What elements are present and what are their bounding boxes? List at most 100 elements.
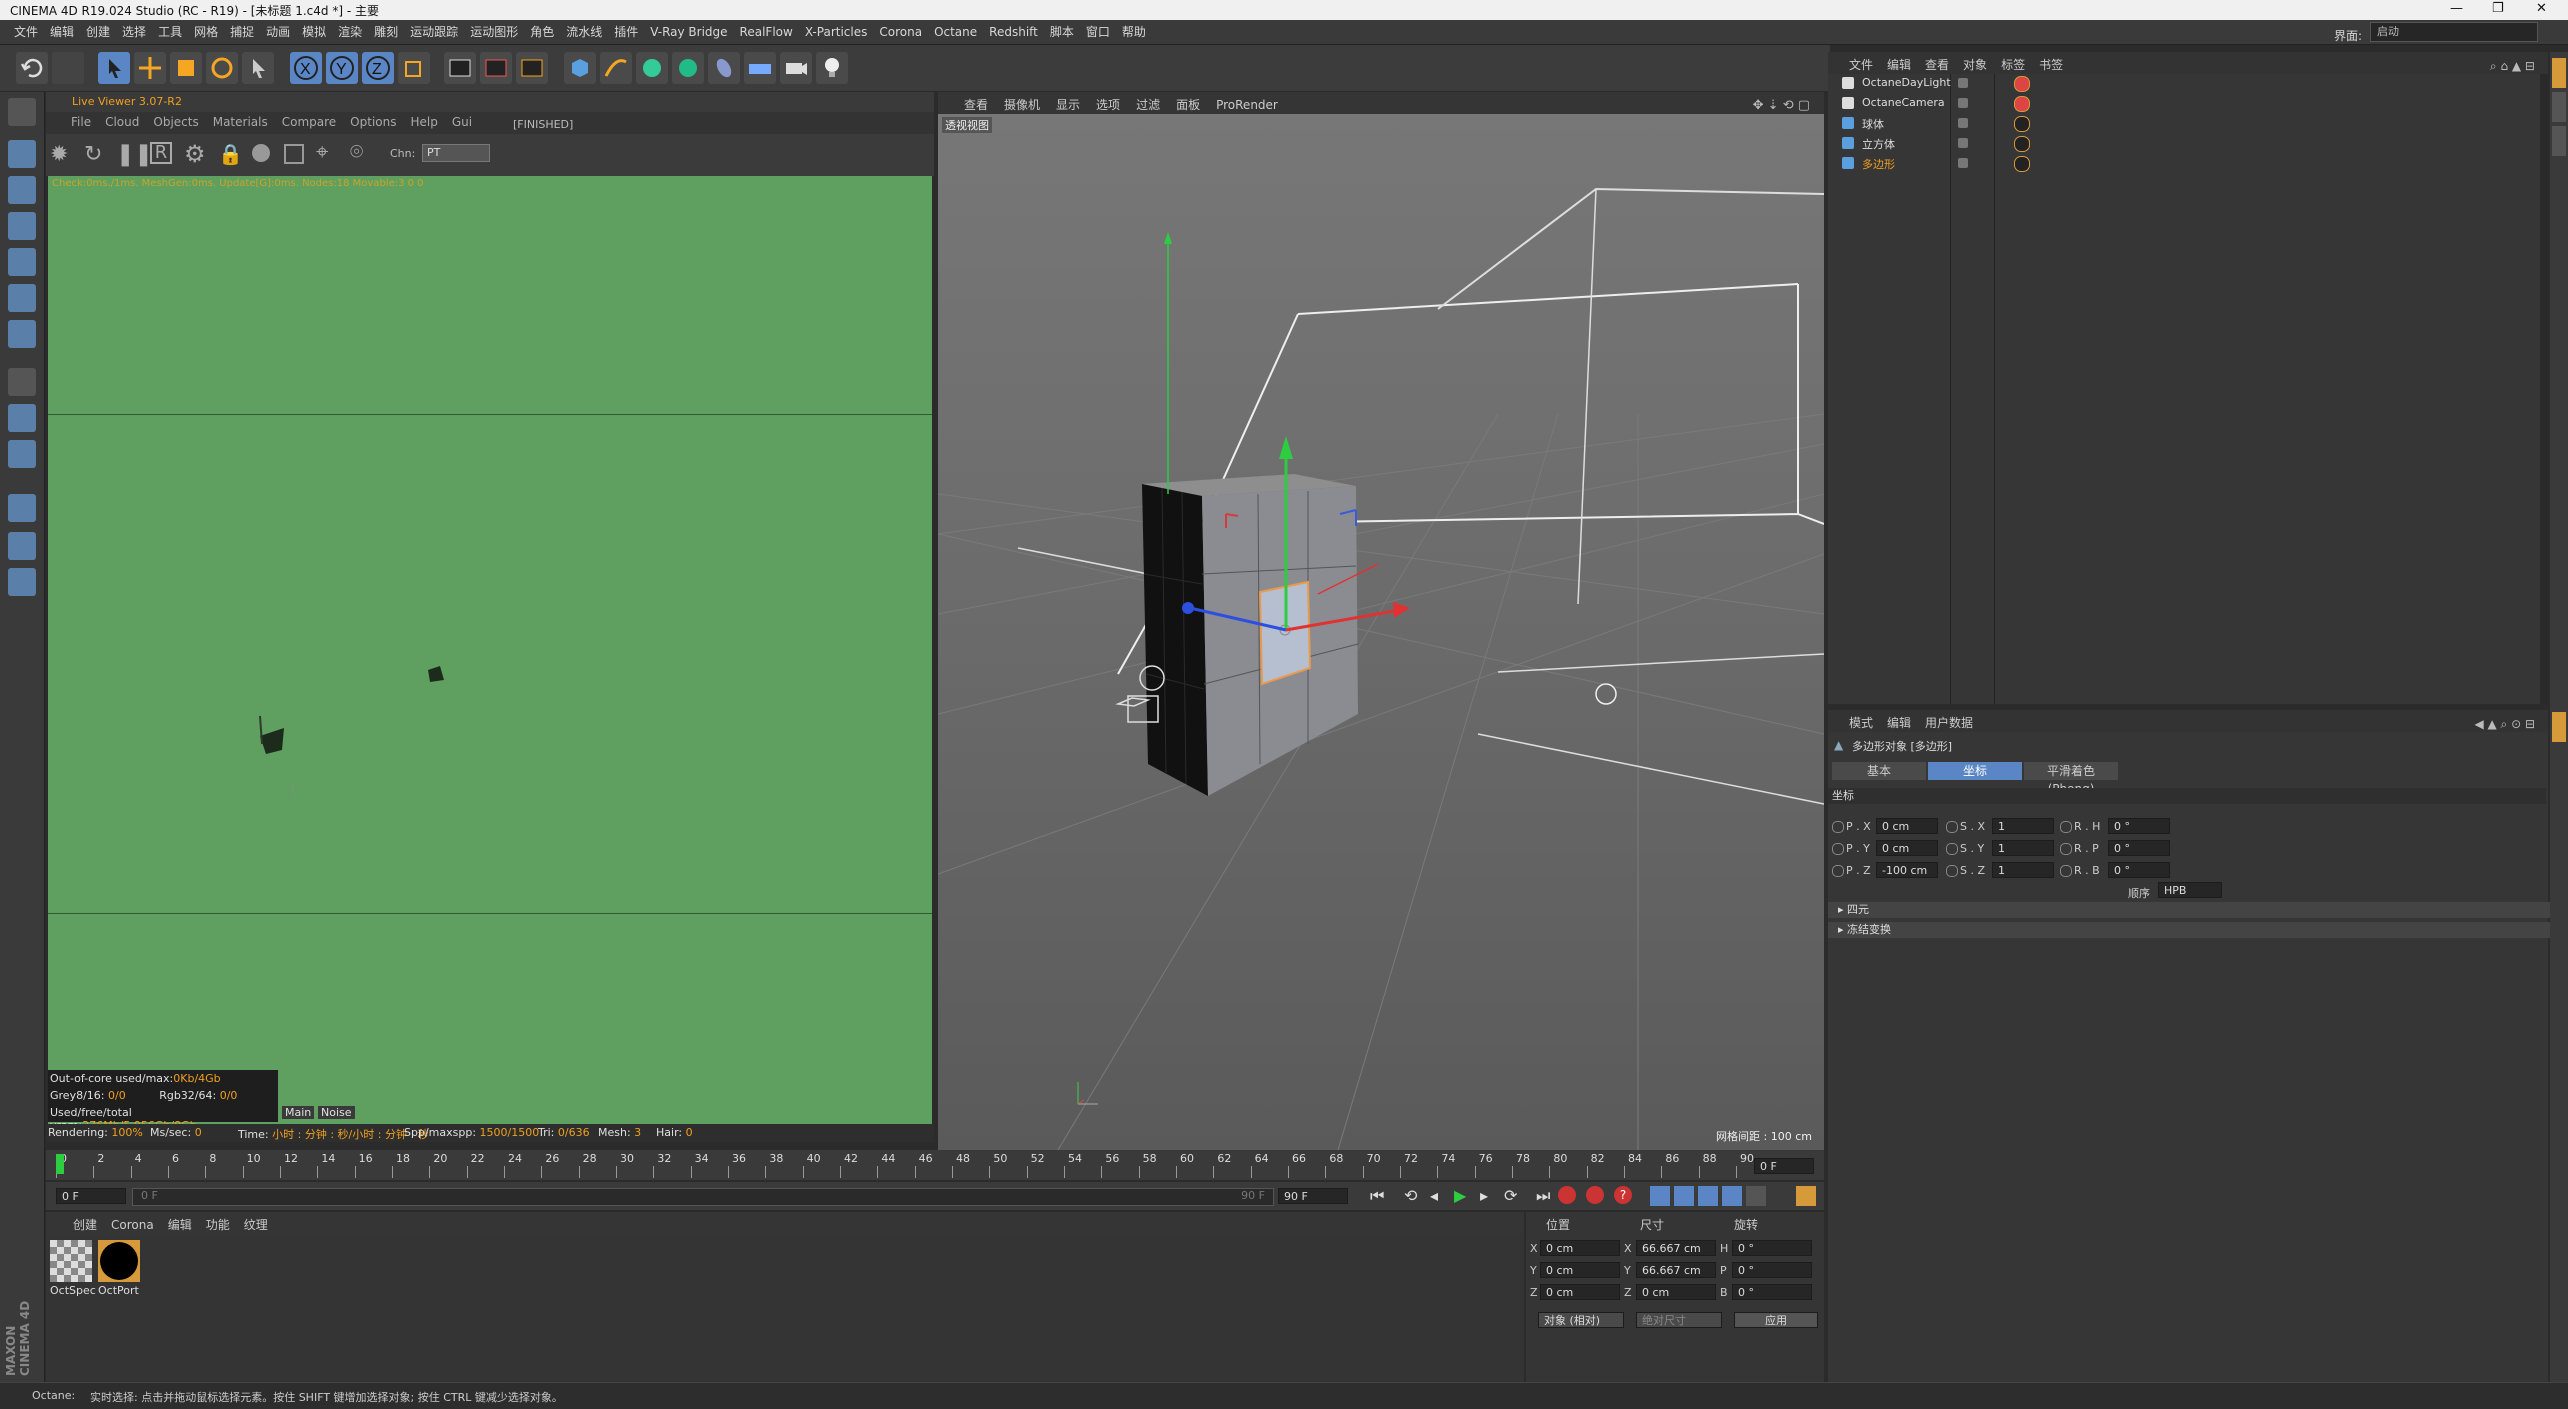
menu-item-21[interactable]: Redshift (983, 22, 1044, 42)
s-value-field[interactable]: 1 (1992, 862, 2054, 878)
animate-radio-icon[interactable] (1832, 865, 1844, 877)
pause-render-icon[interactable]: ❚❚ (116, 142, 153, 167)
menu-item-3[interactable]: 选择 (116, 20, 152, 43)
menu-item-4[interactable]: 工具 (152, 20, 188, 43)
menu-item-15[interactable]: 插件 (608, 20, 644, 43)
edges-mode-icon[interactable] (8, 284, 36, 312)
next-key-icon[interactable]: ⟳ (1504, 1186, 1517, 1205)
coord-mode-select[interactable]: 对象 (相对) (1538, 1312, 1624, 1328)
animate-radio-icon[interactable] (2060, 821, 2072, 833)
gear-icon[interactable]: ⚙ (184, 140, 206, 168)
menu-item-9[interactable]: 渲染 (332, 20, 368, 43)
live-viewer-menu-item-3[interactable]: Materials (206, 112, 275, 132)
menu-item-12[interactable]: 运动图形 (464, 20, 524, 43)
menu-item-8[interactable]: 模拟 (296, 20, 332, 43)
live-viewer-menu-item-0[interactable]: File (64, 112, 98, 132)
coord-rot-field[interactable]: 0 ° (1732, 1240, 1812, 1256)
menu-item-19[interactable]: Corona (873, 22, 928, 42)
coord-size-field[interactable]: 66.667 cm (1636, 1262, 1716, 1278)
object-row[interactable]: OctaneDayLight (1828, 74, 2548, 94)
object-row[interactable]: 立方体 (1828, 134, 2548, 154)
tab-basic[interactable]: 基本 (1832, 762, 1926, 780)
r-value-field[interactable]: 0 ° (2108, 840, 2170, 856)
material-menu-item-1[interactable]: Corona (104, 1214, 161, 1236)
pin-icon[interactable]: ⌖ (316, 140, 328, 165)
key-pla-icon[interactable] (1746, 1186, 1766, 1206)
apply-button[interactable]: 应用 (1734, 1312, 1818, 1328)
subdivision-surface-icon[interactable] (636, 52, 668, 84)
animate-radio-icon[interactable] (2060, 865, 2072, 877)
points-mode-icon[interactable] (8, 248, 36, 276)
region-render-icon[interactable]: R (150, 142, 172, 164)
current-frame-field[interactable]: 0 F (1754, 1158, 1814, 1174)
s-value-field[interactable]: 1 (1992, 818, 2054, 834)
live-viewer-menu-item-7[interactable]: Gui (445, 112, 479, 132)
material-tag-icon[interactable] (2014, 116, 2030, 132)
axis-mode-icon[interactable] (8, 368, 36, 396)
rotate-tool-button[interactable] (206, 52, 238, 84)
make-editable-icon[interactable] (8, 98, 36, 126)
animate-radio-icon[interactable] (1946, 865, 1958, 877)
tab-coordinates[interactable]: 坐标 (1928, 762, 2022, 780)
object-row[interactable]: 多边形 (1828, 154, 2548, 174)
planar-workplane-icon[interactable] (8, 568, 36, 596)
coord-pos-field[interactable]: 0 cm (1540, 1262, 1620, 1278)
maximize-icon[interactable]: ❐ (2492, 1, 2504, 16)
structure-side-tab[interactable] (2552, 126, 2566, 156)
autokey-icon[interactable] (1586, 1186, 1604, 1204)
keyframe-selection-icon[interactable]: ? (1614, 1186, 1632, 1204)
animate-radio-icon[interactable] (1946, 821, 1958, 833)
attributes-side-tab[interactable] (2552, 712, 2566, 742)
spline-pen-icon[interactable] (600, 52, 632, 84)
key-scale-icon[interactable] (1674, 1186, 1694, 1206)
visibility-toggle-icon[interactable] (1958, 138, 1968, 148)
settings-sun-icon[interactable]: ✹ (50, 142, 68, 167)
interface-select[interactable]: 启动 (2370, 22, 2538, 42)
menu-item-11[interactable]: 运动跟踪 (404, 20, 464, 43)
live-viewer-menu-item-6[interactable]: Help (403, 112, 444, 132)
menu-item-0[interactable]: 文件 (8, 20, 44, 43)
array-generator-icon[interactable] (672, 52, 704, 84)
model-mode-icon[interactable] (8, 140, 36, 168)
previous-frame-icon[interactable]: ◂ (1430, 1186, 1438, 1205)
recent-tool-button[interactable] (242, 52, 274, 84)
key-parameter-icon[interactable] (1722, 1186, 1742, 1206)
visibility-toggle-icon[interactable] (1958, 78, 1968, 88)
y-axis-lock-icon[interactable]: Y (326, 52, 358, 84)
p-value-field[interactable]: 0 cm (1876, 818, 1938, 834)
menu-item-10[interactable]: 雕刻 (368, 20, 404, 43)
key-position-icon[interactable] (1650, 1186, 1670, 1206)
goto-start-icon[interactable]: ⏮ (1370, 1186, 1384, 1206)
tab-phong[interactable]: 平滑着色(Phong) (2024, 762, 2118, 796)
tab-main[interactable]: Main (282, 1106, 315, 1119)
timeline-ruler[interactable]: 0246810121416182022242628303234363840424… (46, 1150, 1824, 1180)
material-swatch-octspec[interactable] (50, 1240, 92, 1282)
end-frame-field[interactable]: 90 F (1278, 1188, 1348, 1204)
magnet-icon[interactable] (8, 494, 36, 522)
frame-range-slider[interactable]: 0 F 90 F (132, 1188, 1274, 1206)
move-tool-button[interactable] (134, 52, 166, 84)
material-tag-icon[interactable] (2014, 76, 2030, 92)
play-icon[interactable]: ▶ (1454, 1186, 1466, 1205)
lock-workplane-icon[interactable] (8, 532, 36, 560)
animate-radio-icon[interactable] (1946, 843, 1958, 855)
menu-item-20[interactable]: Octane (928, 22, 983, 42)
coord-rot-field[interactable]: 0 ° (1732, 1284, 1812, 1300)
channel-select[interactable]: PT (422, 144, 490, 162)
menu-item-6[interactable]: 捕捉 (224, 20, 260, 43)
visibility-toggle-icon[interactable] (1958, 158, 1968, 168)
deformer-icon[interactable] (708, 52, 740, 84)
texture-mode-icon[interactable] (8, 176, 36, 204)
coord-pos-field[interactable]: 0 cm (1540, 1284, 1620, 1300)
menu-item-5[interactable]: 网格 (188, 20, 224, 43)
live-select-button[interactable] (98, 52, 130, 84)
order-select[interactable]: HPB (2158, 882, 2222, 898)
visibility-toggle-icon[interactable] (1958, 118, 1968, 128)
p-value-field[interactable]: 0 cm (1876, 840, 1938, 856)
live-viewer-menu-item-2[interactable]: Objects (146, 112, 205, 132)
workplane-icon[interactable] (8, 212, 36, 240)
menu-item-22[interactable]: 脚本 (1044, 20, 1080, 43)
material-tag-icon[interactable] (2014, 96, 2030, 112)
record-key-icon[interactable] (1558, 1186, 1576, 1204)
menu-item-14[interactable]: 流水线 (560, 20, 608, 43)
